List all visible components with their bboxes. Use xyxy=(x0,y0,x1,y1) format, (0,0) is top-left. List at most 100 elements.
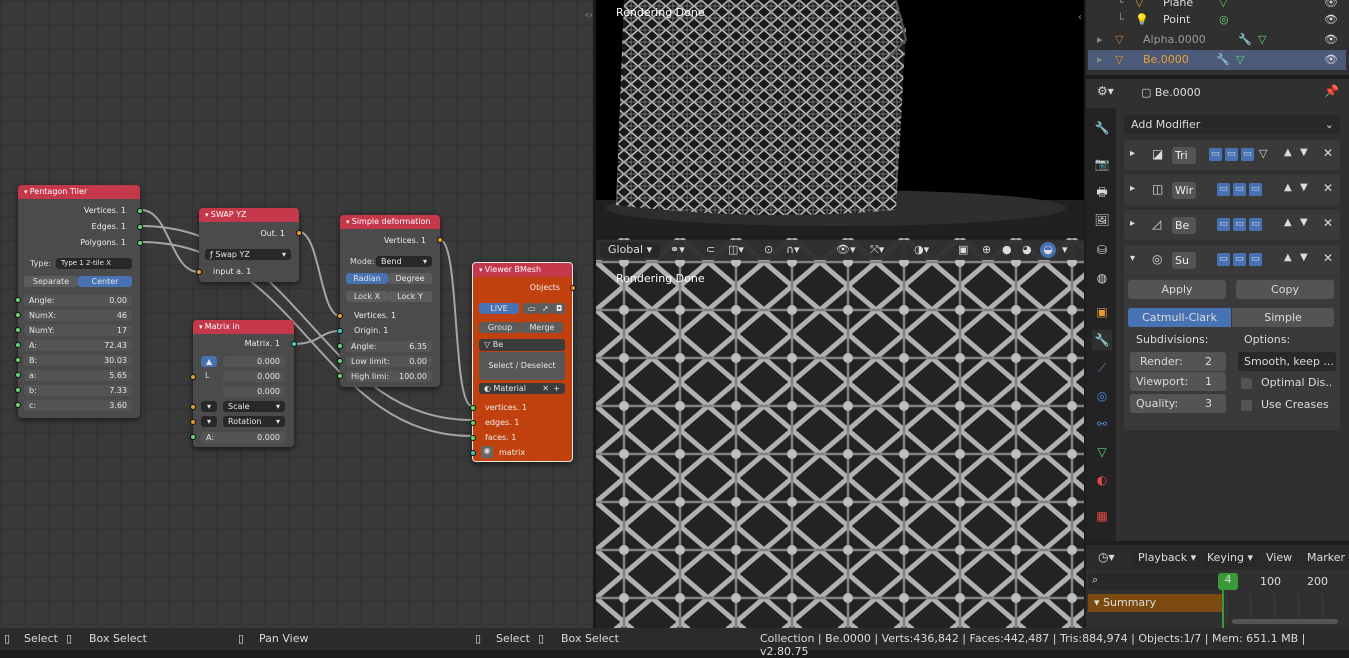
node-matrix-in[interactable]: Matrix in Matrix. 1 ▲ 0.000 L 0.000 0.00… xyxy=(190,320,297,447)
pivot-icon[interactable]: ⚭▾ xyxy=(670,242,685,258)
constraints-tab-icon[interactable]: ⚯ xyxy=(1092,414,1112,434)
tiler-field-socket[interactable] xyxy=(15,402,21,408)
tiler-field[interactable]: Angle: 0.00 xyxy=(24,295,132,306)
rotation-expand-icon[interactable]: ▾ xyxy=(201,416,217,427)
playback-menu[interactable]: Playback ▾ xyxy=(1132,549,1200,567)
tiler-field[interactable]: b: 7.33 xyxy=(24,385,132,396)
socket-angle[interactable] xyxy=(190,434,196,440)
show-cage-icon[interactable]: ▭ xyxy=(1217,253,1230,266)
viewport-bottom[interactable]: Rendering Done xyxy=(596,238,1084,628)
low-limit-field[interactable]: Low limit: 0.00 xyxy=(346,356,432,367)
move-down-icon[interactable]: ▼ xyxy=(1300,182,1308,193)
lock-x-button[interactable]: Lock X xyxy=(346,291,388,302)
chevron-right-icon[interactable]: ▸ xyxy=(1130,218,1135,229)
viewport-top[interactable]: Rendering Done xyxy=(596,0,1084,236)
outliner-item[interactable]: ▸ ▽ Alpha.0000 🔧 ▽ 👁 xyxy=(1088,30,1346,50)
object-tab-icon[interactable]: ▣ xyxy=(1092,302,1112,322)
swap-dropdown[interactable]: ƒ Swap YZ ▾ xyxy=(205,249,291,260)
visibility-eye-icon[interactable]: 👁 xyxy=(1324,50,1338,70)
node-swap-yz[interactable]: SWAP YZ Out. 1 ƒ Swap YZ▾ input a. 1 xyxy=(196,208,302,282)
tiler-field-socket[interactable] xyxy=(15,372,21,378)
texture-tab-icon[interactable]: ▦ xyxy=(1092,506,1112,526)
close-icon[interactable]: ✕ xyxy=(1323,216,1333,230)
modifier-name-field[interactable]: Tri xyxy=(1172,147,1196,164)
node-viewer-bmesh[interactable]: Viewer BMesh Objects LIVE ▭ ➚ ◘ Group Me… xyxy=(470,262,576,462)
rotation-dropdown[interactable]: Rotation ▾ xyxy=(223,416,285,427)
object-name-field[interactable]: ▽ Be xyxy=(479,339,565,351)
tiler-field-socket[interactable] xyxy=(15,387,21,393)
visibility-eye-icon[interactable]: 👁 xyxy=(1324,30,1338,50)
show-render-icon[interactable]: ▭ xyxy=(1249,218,1262,231)
on-cage-icon[interactable]: ▽ xyxy=(1259,147,1267,160)
socket-polygons[interactable] xyxy=(137,240,143,246)
center-button[interactable]: Center xyxy=(78,276,132,287)
show-viewport-icon[interactable]: ▭ xyxy=(1233,218,1246,231)
data-tab-icon[interactable]: ▽ xyxy=(1092,442,1112,462)
gizmo-icon[interactable]: ⤧▾ xyxy=(870,242,884,258)
modifier-icon[interactable]: 🔧 xyxy=(1216,50,1230,70)
socket-matrix-in[interactable] xyxy=(470,450,476,456)
timeline-scrollbar[interactable] xyxy=(1232,619,1338,624)
tiler-field[interactable]: a: 5.65 xyxy=(24,370,132,381)
show-cage-icon[interactable]: ▭ xyxy=(1217,218,1230,231)
viewport-levels-field[interactable]: Viewport: 1 xyxy=(1130,372,1226,391)
node-pentagon-tiler[interactable]: Pentagon Tiler Vertices. 1 Edges. 1 Poly… xyxy=(15,185,143,418)
pin-icon[interactable]: 📌 xyxy=(1324,84,1339,98)
world-tab-icon[interactable]: ◍ xyxy=(1092,268,1112,288)
summary-row[interactable]: ▾ Summary xyxy=(1088,594,1222,612)
solid-shading-icon[interactable]: ● xyxy=(1002,242,1012,258)
collapse-icon[interactable]: ▲ xyxy=(201,356,217,367)
xray-icon[interactable]: ▣ xyxy=(958,242,968,258)
socket-input-a[interactable] xyxy=(196,269,202,275)
collapse-right-icon[interactable]: ‹ xyxy=(1078,12,1082,23)
live-button[interactable]: LIVE xyxy=(479,303,519,314)
apply-button[interactable]: Apply xyxy=(1128,280,1226,299)
tiler-field[interactable]: B: 30.03 xyxy=(24,355,132,366)
select-deselect-button[interactable]: Select / Deselect xyxy=(479,352,565,380)
wireframe-shading-icon[interactable]: ⊕ xyxy=(982,242,991,258)
socket-edges-in[interactable] xyxy=(470,420,476,426)
loc-y-field[interactable]: 0.000 xyxy=(223,371,285,382)
degree-button[interactable]: Degree xyxy=(388,273,432,284)
rendered-shading-icon[interactable]: ◒ xyxy=(1040,242,1056,258)
viewport-icon[interactable]: ▭ xyxy=(523,303,537,314)
separate-button[interactable]: Separate xyxy=(24,276,78,287)
radian-button[interactable]: Radian xyxy=(346,273,388,284)
angle-field[interactable]: A: 0.000 xyxy=(201,432,285,443)
uv-smooth-dropdown[interactable]: Smooth, keep ... xyxy=(1238,352,1336,371)
socket-high-limit[interactable] xyxy=(337,373,343,379)
shading-options-icon[interactable]: ▾ xyxy=(1062,242,1068,258)
tiler-field-socket[interactable] xyxy=(15,297,21,303)
add-modifier-dropdown[interactable]: Add Modifier ⌄ xyxy=(1124,115,1340,134)
transform-orientation-dropdown[interactable]: Global ▾ xyxy=(600,242,660,258)
view-menu[interactable]: View xyxy=(1266,551,1292,564)
move-up-icon[interactable]: ▲ xyxy=(1284,217,1292,228)
modifier-header[interactable]: ▸ ◪ Tri ▭ ▭ ▭ ▽ ▲ ▼ ✕ xyxy=(1124,140,1340,170)
loc-x-field[interactable]: 0.000 xyxy=(223,356,285,367)
move-up-icon[interactable]: ▲ xyxy=(1284,147,1292,158)
use-creases-checkbox[interactable] xyxy=(1241,400,1252,411)
copy-button[interactable]: Copy xyxy=(1236,280,1334,299)
clock-icon[interactable]: ◷▾ xyxy=(1098,550,1115,564)
scene-tab-icon[interactable]: ⛁ xyxy=(1092,240,1112,260)
modifier-name-field[interactable]: Be xyxy=(1172,217,1196,234)
socket-vertices-in[interactable] xyxy=(470,405,476,411)
snap-icon[interactable]: ⊂ xyxy=(706,242,715,258)
modifier-tab-icon[interactable]: 🔧 xyxy=(1092,330,1112,350)
socket-out[interactable] xyxy=(296,230,302,236)
merge-button[interactable]: Merge xyxy=(521,322,563,333)
tiler-field-socket[interactable] xyxy=(15,327,21,333)
chevron-down-icon[interactable]: ▾ xyxy=(1130,253,1135,264)
move-up-icon[interactable]: ▲ xyxy=(1284,182,1292,193)
proportional-icon[interactable]: ⊙ xyxy=(764,242,773,258)
socket-vertices-in[interactable] xyxy=(337,313,343,319)
falloff-icon[interactable]: ∩▾ xyxy=(786,242,800,258)
optimal-display-checkbox[interactable] xyxy=(1241,378,1252,389)
matrix-toggle-icon[interactable]: ◉ xyxy=(481,446,493,458)
current-frame-indicator[interactable]: 4 xyxy=(1218,573,1238,590)
socket-vertices[interactable] xyxy=(137,208,143,214)
mesh-data-icon[interactable]: ▽ xyxy=(1258,30,1266,50)
socket-angle[interactable] xyxy=(337,343,343,349)
modifier-icon[interactable]: 🔧 xyxy=(1238,30,1252,50)
keying-menu[interactable]: Keying ▾ xyxy=(1203,549,1258,567)
